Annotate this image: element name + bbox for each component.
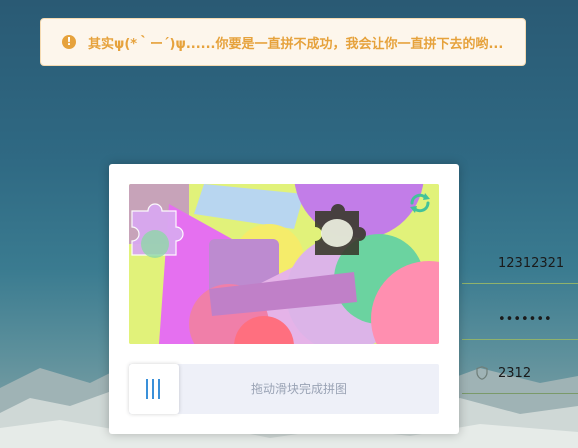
username-field[interactable]: 12312321 — [462, 244, 578, 284]
password-field[interactable]: ••••••• — [462, 300, 578, 340]
shield-icon — [476, 366, 488, 380]
warning-icon: ! — [62, 35, 76, 49]
drag-bars-icon — [146, 379, 148, 399]
verification-code-value: 2312 — [498, 366, 532, 381]
toast-message: 其实ψ(*｀ー´)ψ......你要是一直拼不成功，我会让你一直拼下去的哟... — [88, 36, 504, 52]
password-value: ••••••• — [498, 312, 552, 327]
captcha-puzzle-image — [129, 184, 439, 344]
refresh-icon[interactable] — [407, 190, 433, 216]
slider-captcha-dialog: 拖动滑块完成拼图 — [109, 164, 459, 434]
username-value: 12312321 — [498, 256, 565, 271]
drag-bar — [158, 379, 160, 399]
puzzle-background — [129, 184, 439, 344]
slider-track[interactable]: 拖动滑块完成拼图 — [129, 364, 439, 414]
warning-toast: ! 其实ψ(*｀ー´)ψ......你要是一直拼不成功，我会让你一直拼下去的哟.… — [40, 18, 526, 66]
drag-bar — [152, 379, 154, 399]
slider-handle[interactable] — [129, 364, 179, 414]
